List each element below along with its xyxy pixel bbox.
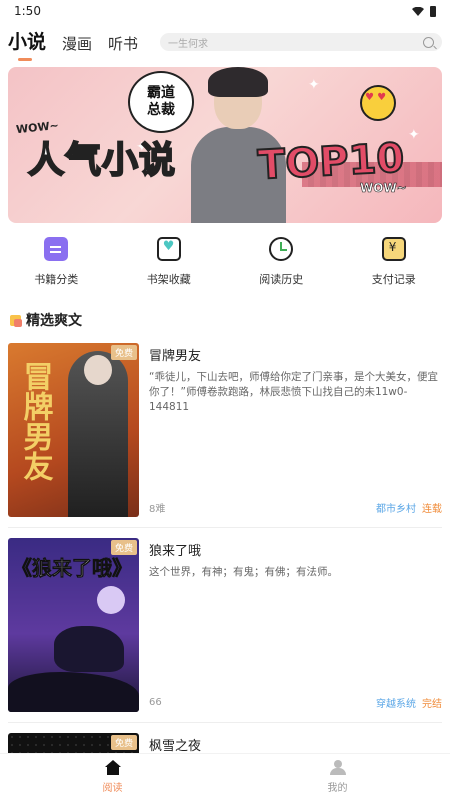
sparkle-icon: ✦ <box>308 77 320 93</box>
banner-title: 人气小说 <box>27 139 177 182</box>
book-meta: 8难 都市乡村 连载 <box>149 500 442 515</box>
book-info: 冒牌男友 “乖徒儿，下山去吧，师傅给你定了门亲事，是个大美女，便宜你了！”师傅卷… <box>149 343 442 517</box>
book-list: 冒牌男友 免费 冒牌男友 “乖徒儿，下山去吧，师傅给你定了门亲事，是个大美女，便… <box>0 333 450 773</box>
cover-character <box>68 351 128 517</box>
search-icon[interactable] <box>423 36 434 48</box>
shortcut-payment[interactable]: 支付记录 <box>344 237 444 303</box>
nav-mine-label: 我的 <box>327 783 348 794</box>
book-title[interactable]: 冒牌男友 <box>149 345 442 364</box>
sparkle-icon: ✦ <box>408 127 420 143</box>
banner-wow-right: WOW~ <box>360 181 407 196</box>
book-cover[interactable]: 冒牌男友 免费 <box>8 343 139 517</box>
book-info: 狼来了哦 这个世界，有神；有鬼；有佛；有法师。 66 穿越系统 完结 <box>149 538 442 712</box>
section-title: 精选爽文 <box>26 313 82 329</box>
cover-wolf <box>54 626 124 672</box>
bookshelf-icon <box>156 237 181 261</box>
category-icon <box>44 237 69 261</box>
category-tabs: 小说 漫画 听书 <box>8 27 138 61</box>
book-author: 8难 <box>149 504 166 515</box>
genre-tag[interactable]: 穿越系统 <box>376 695 416 710</box>
nav-read[interactable]: 阅读 <box>0 754 225 800</box>
shortcut-category[interactable]: 书籍分类 <box>6 237 106 303</box>
shortcut-label: 书架收藏 <box>146 273 191 286</box>
tab-novel[interactable]: 小说 <box>8 27 46 61</box>
status-bar: 1:50 <box>0 0 450 22</box>
top-nav: 小说 漫画 听书 一生何求 <box>0 22 450 62</box>
free-badge: 免费 <box>110 540 137 555</box>
free-badge: 免费 <box>110 735 137 750</box>
bottom-nav: 阅读 我的 <box>0 753 450 800</box>
status-tag: 连载 <box>422 504 442 515</box>
book-title[interactable]: 枫雪之夜 <box>149 735 442 754</box>
bubble-line-2: 总裁 <box>147 102 175 118</box>
book-item[interactable]: 冒牌男友 免费 冒牌男友 “乖徒儿，下山去吧，师傅给你定了门亲事，是个大美女，便… <box>8 333 442 528</box>
genre-tag[interactable]: 都市乡村 <box>376 500 416 515</box>
cover-title-text: 《狼来了哦》 <box>12 556 133 581</box>
tab-comic[interactable]: 漫画 <box>62 33 92 58</box>
book-cover[interactable]: 《狼来了哦》 免费 <box>8 538 139 712</box>
shortcut-bookshelf[interactable]: 书架收藏 <box>119 237 219 303</box>
book-description: “乖徒儿，下山去吧，师傅给你定了门亲事，是个大美女，便宜你了！”师傅卷款跑路，林… <box>149 371 438 414</box>
promo-banner[interactable]: ✦ ✦ ✦ ✦ 霸道 总裁 WOW~ 人气小说 TOP10 WOW~ <box>8 67 442 223</box>
book-item[interactable]: 《狼来了哦》 免费 狼来了哦 这个世界，有神；有鬼；有佛；有法师。 66 穿越系… <box>8 528 442 723</box>
status-time: 1:50 <box>14 4 41 18</box>
history-icon <box>269 237 294 261</box>
section-header: 精选爽文 <box>0 307 450 333</box>
battery-icon <box>430 5 436 17</box>
book-author: 66 <box>149 697 162 708</box>
heart-eyes-emoji-icon <box>360 85 396 121</box>
shortcut-bar: 书籍分类 书架收藏 阅读历史 支付记录 <box>0 223 450 303</box>
cover-cliff <box>8 672 139 712</box>
book-tags: 都市乡村 连载 <box>376 500 442 515</box>
cover-moon <box>97 586 125 614</box>
book-title[interactable]: 狼来了哦 <box>149 540 442 559</box>
banner-speech-bubble: 霸道 总裁 <box>128 71 194 133</box>
user-icon <box>329 760 346 775</box>
nav-mine[interactable]: 我的 <box>225 754 450 800</box>
section-icon <box>10 314 22 327</box>
shortcut-label: 阅读历史 <box>259 273 304 286</box>
home-icon <box>104 760 121 775</box>
payment-icon <box>381 237 406 261</box>
wifi-icon <box>412 6 424 16</box>
nav-read-label: 阅读 <box>102 783 123 794</box>
shortcut-label: 书籍分类 <box>34 273 79 286</box>
tab-audiobook[interactable]: 听书 <box>108 33 138 58</box>
search-placeholder: 一生何求 <box>168 38 208 50</box>
bubble-line-1: 霸道 <box>147 85 175 102</box>
search-input[interactable]: 一生何求 <box>160 33 442 51</box>
shortcut-history[interactable]: 阅读历史 <box>231 237 331 303</box>
status-icons <box>412 5 436 17</box>
shortcut-label: 支付记录 <box>371 273 416 286</box>
status-tag: 完结 <box>422 699 442 710</box>
book-description: 这个世界，有神；有鬼；有佛；有法师。 <box>149 566 338 578</box>
free-badge: 免费 <box>110 345 137 360</box>
cover-title-text: 冒牌男友 <box>17 361 53 481</box>
book-meta: 66 穿越系统 完结 <box>149 695 442 710</box>
book-tags: 穿越系统 完结 <box>376 695 442 710</box>
